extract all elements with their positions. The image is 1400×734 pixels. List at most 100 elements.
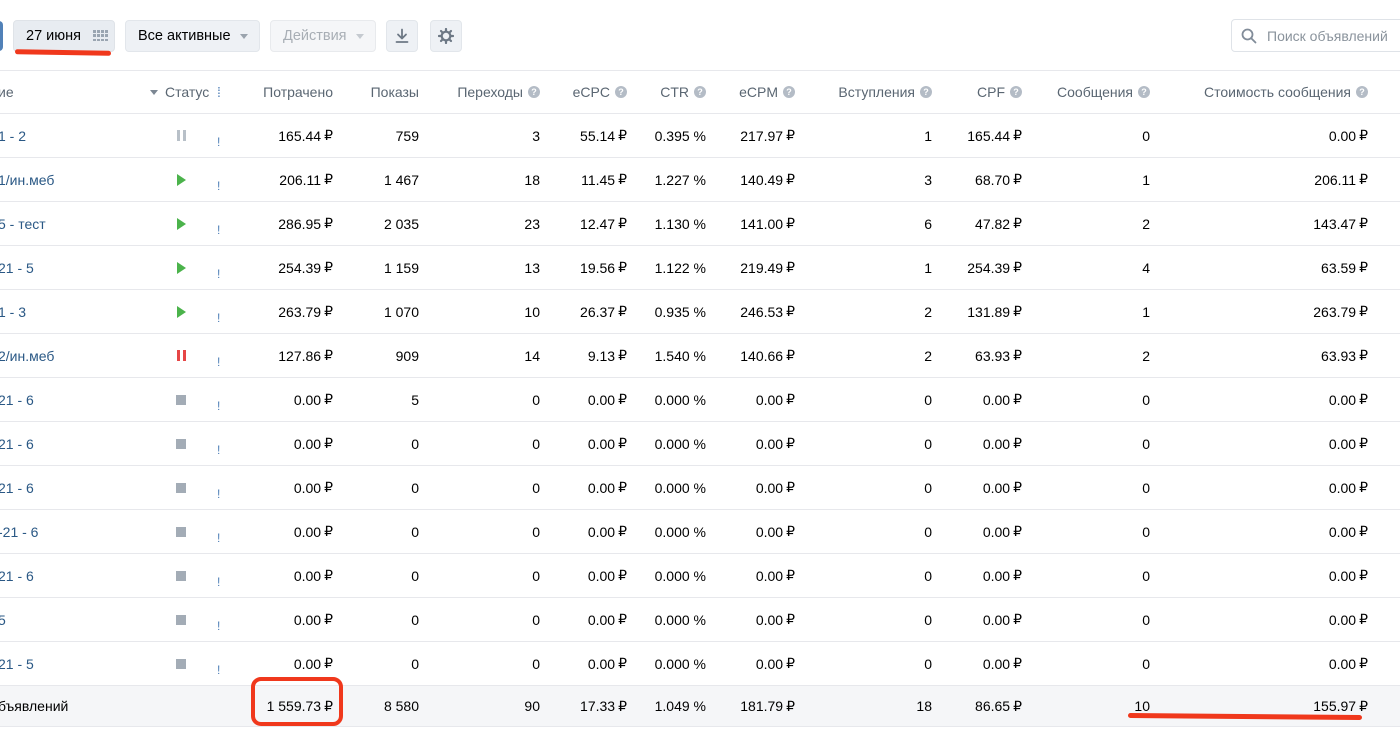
table-row[interactable]: 5! 0.00 ₽0 0 0.00 ₽0.000 % 0.00 ₽0 0.00 ₽0 0.00 ₽ [0,598,1400,642]
header-name[interactable]: ие [0,71,14,113]
header-status[interactable]: Статус [150,71,209,113]
table-row[interactable]: 21 - 5! 254.39 ₽1 159 13 19.56 ₽1.122 % 219.49… [0,246,1400,290]
header-ecpc[interactable]: eCPC? [573,71,627,113]
cell-spent: 0.00 ₽ [294,598,333,641]
help-icon[interactable]: ? [528,86,540,98]
status-toggle[interactable] [174,378,188,421]
status-toggle[interactable] [174,114,188,157]
cell-cpf: 68.70 ₽ [975,158,1022,201]
currency-sign: ₽ [1013,479,1022,495]
ad-name-link[interactable]: 1 - 2 [0,114,26,157]
left-edge-button[interactable] [0,21,3,51]
cell-spent-value: 0.00 [293,655,322,672]
table-row[interactable]: 21 - 6! 0.00 ₽0 0 0.00 ₽0.000 % 0.00 ₽0 0.00 ₽0 0.… [0,466,1400,510]
table-row[interactable]: 21 - 5! 0.00 ₽0 0 0.00 ₽0.000 % 0.00 ₽0 0.00 ₽0 0.… [0,642,1400,686]
status-filter-dropdown[interactable]: Все активные [125,20,260,52]
table-row[interactable]: 5 - тест! 286.95 ₽2 035 23 12.47 ₽1.130 % 141.… [0,202,1400,246]
cell-messages: 2 [1142,215,1150,232]
download-button[interactable] [386,20,418,52]
help-icon[interactable]: ? [694,86,706,98]
help-icon[interactable]: ? [1010,86,1022,98]
ad-name-link[interactable]: 21 - 5 [0,246,34,289]
row-menu-icon[interactable]: ! [217,466,220,515]
settings-button[interactable] [430,20,462,52]
help-icon[interactable]: ? [783,86,795,98]
date-picker-button[interactable]: 27 июня [13,20,115,52]
header-message-cost[interactable]: Стоимость сообщения? [1204,71,1368,113]
cell-cpf-value: 0.00 [982,391,1011,408]
status-toggle[interactable] [174,554,188,597]
row-menu-icon[interactable]: ! [217,290,220,339]
cell-ecpc-value: 11.45 [581,171,616,188]
ad-name-link[interactable]: 5 [0,598,6,641]
row-menu-icon[interactable]: ! [217,378,220,427]
row-menu-icon[interactable]: ! [217,422,220,471]
cell-message-cost: 0.00 ₽ [1329,598,1368,641]
cell-joins: 6 [924,215,932,232]
play-icon [176,173,186,186]
help-icon[interactable]: ? [1356,86,1368,98]
header-spent[interactable]: Потрачено [263,71,333,113]
table-row[interactable]: -21 - 6! 0.00 ₽0 0 0.00 ₽0.000 % 0.00 ₽0 0.00 ₽0 0… [0,510,1400,554]
row-menu-icon[interactable]: ! [217,510,220,559]
actions-dropdown[interactable]: Действия [270,20,376,52]
row-menu-icon[interactable]: ! [217,246,220,295]
cell-ecpc: 0.00 ₽ [588,466,627,509]
header-ctr[interactable]: CTR? [660,71,706,113]
search-input[interactable] [1265,26,1400,45]
status-toggle[interactable] [174,510,188,553]
row-menu-icon[interactable]: ! [217,114,220,163]
status-toggle[interactable] [174,290,188,333]
cell-messages: 2 [1142,347,1150,364]
ad-name-link[interactable]: 21 - 6 [0,554,34,597]
row-menu-icon[interactable]: ! [217,642,220,691]
status-toggle[interactable] [174,598,188,641]
table-row[interactable]: 1 - 3! 263.79 ₽1 070 10 26.37 ₽0.935 % 246.53 ₽… [0,290,1400,334]
row-menu-icon[interactable]: ! [217,334,220,383]
help-icon[interactable]: ? [615,86,627,98]
header-clicks[interactable]: Переходы? [457,71,540,113]
header-views[interactable]: Показы [371,71,419,113]
search-box[interactable] [1231,19,1400,52]
help-icon[interactable]: ? [920,86,932,98]
status-toggle[interactable] [174,466,188,509]
currency-sign: ₽ [786,127,795,143]
row-menu-icon[interactable]: ! [217,158,220,207]
cell-message-cost-value: 0.00 [1328,655,1357,672]
cell-spent-value: 0.00 [293,391,322,408]
table-row[interactable]: 1/ин.меб! 206.11 ₽1 467 18 11.45 ₽1.227 % 140.… [0,158,1400,202]
ad-name-link[interactable]: 21 - 6 [0,466,34,509]
ad-name-link[interactable]: 21 - 6 [0,422,34,465]
cell-cpf: 0.00 ₽ [983,466,1022,509]
cell-ecpm: 217.97 ₽ [740,114,795,157]
row-menu-icon[interactable]: ! [217,554,220,603]
chevron-down-icon [355,33,364,39]
row-menu-icon[interactable]: ! [217,202,220,251]
table-row[interactable]: 21 - 6! 0.00 ₽0 0 0.00 ₽0.000 % 0.00 ₽0 0.00 ₽0 0.… [0,554,1400,598]
header-ecpm[interactable]: eCPM? [739,71,795,113]
ad-name-link[interactable]: 21 - 6 [0,378,34,421]
help-icon[interactable]: ? [1138,86,1150,98]
cell-messages: 0 [1142,391,1150,408]
ad-name-link[interactable]: 1/ин.меб [0,158,54,201]
header-messages[interactable]: Сообщения? [1057,71,1150,113]
ad-name-link[interactable]: 21 - 5 [0,642,34,685]
status-toggle[interactable] [174,334,188,377]
status-toggle[interactable] [174,202,188,245]
row-menu-icon[interactable]: ! [217,598,220,647]
table-row[interactable]: 1 - 2! 165.44 ₽759 3 55.14 ₽0.395 % 217.97 ₽1 16… [0,114,1400,158]
status-toggle[interactable] [174,158,188,201]
ad-name-link[interactable]: 5 - тест [0,202,46,245]
status-toggle[interactable] [174,642,188,685]
ad-name-link[interactable]: -21 - 6 [0,510,38,553]
cell-ecpm: 0.00 ₽ [756,554,795,597]
table-row[interactable]: 21 - 6! 0.00 ₽5 0 0.00 ₽0.000 % 0.00 ₽0 0.00 ₽0 0.… [0,378,1400,422]
table-row[interactable]: 21 - 6! 0.00 ₽0 0 0.00 ₽0.000 % 0.00 ₽0 0.00 ₽0 0.… [0,422,1400,466]
ad-name-link[interactable]: 2/ин.меб [0,334,54,377]
table-row[interactable]: 2/ин.меб! 127.86 ₽909 14 9.13 ₽1.540 % 140.66 ₽… [0,334,1400,378]
status-toggle[interactable] [174,422,188,465]
ad-name-link[interactable]: 1 - 3 [0,290,26,333]
header-joins[interactable]: Вступления? [838,71,932,113]
header-cpf[interactable]: CPF? [977,71,1022,113]
status-toggle[interactable] [174,246,188,289]
